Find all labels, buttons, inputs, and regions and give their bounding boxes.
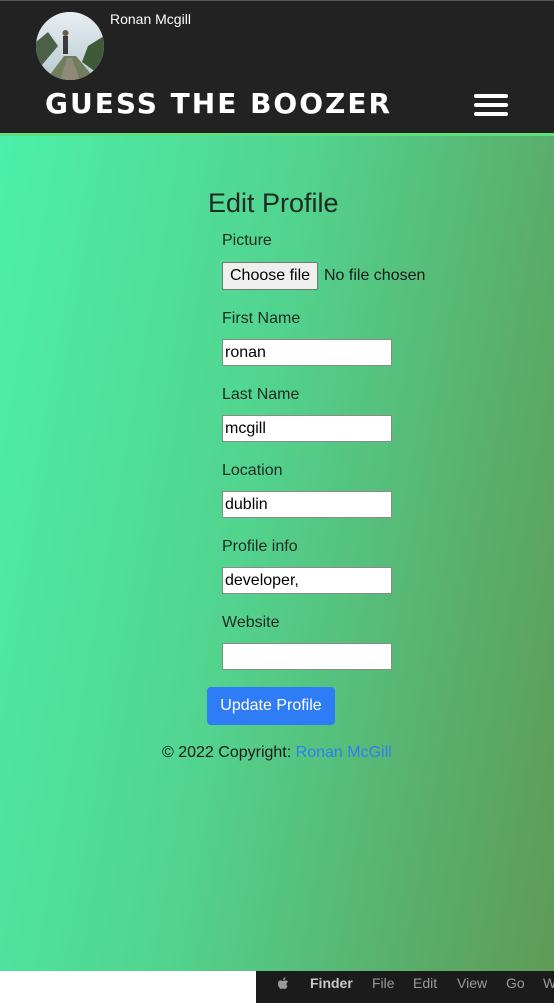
avatar-photo xyxy=(36,12,104,80)
footer-copyright: © 2022 Copyright: Ronan McGill xyxy=(162,744,392,762)
apple-icon[interactable] xyxy=(276,976,290,992)
menubar-edit[interactable]: Edit xyxy=(413,975,437,991)
website-field[interactable] xyxy=(222,643,392,670)
menubar-view[interactable]: View xyxy=(457,975,487,991)
choose-file-button[interactable]: Choose file xyxy=(222,262,319,290)
last-name-field[interactable] xyxy=(222,415,392,442)
menu-bar xyxy=(474,103,508,107)
website-label: Website xyxy=(222,614,280,631)
profile-info-label: Profile info xyxy=(222,538,298,555)
last-name-label: Last Name xyxy=(222,386,300,403)
brand-title[interactable]: GUESS THE BOOZER xyxy=(45,87,392,120)
menu-bar xyxy=(474,112,508,116)
first-name-field[interactable] xyxy=(222,339,392,366)
menu-bar xyxy=(474,94,508,98)
menubar-go[interactable]: Go xyxy=(506,975,525,991)
navbar: Ronan Mcgill GUESS THE BOOZER xyxy=(0,0,554,133)
location-field[interactable] xyxy=(222,491,392,518)
page: Ronan Mcgill GUESS THE BOOZER Edit Profi… xyxy=(0,0,554,1003)
profile-info-field[interactable] xyxy=(222,567,392,594)
mac-menubar: Finder File Edit View Go W xyxy=(256,971,554,1003)
hamburger-menu-icon[interactable] xyxy=(474,94,510,120)
location-label: Location xyxy=(222,462,283,479)
menubar-window[interactable]: W xyxy=(543,975,554,991)
avatar[interactable] xyxy=(36,12,104,80)
first-name-label: First Name xyxy=(222,310,301,327)
menubar-finder[interactable]: Finder xyxy=(310,975,353,991)
picture-label: Picture xyxy=(222,232,272,249)
menubar-file[interactable]: File xyxy=(372,975,395,991)
author-link[interactable]: Ronan McGill xyxy=(296,744,392,761)
file-status-text: No file chosen xyxy=(324,267,426,284)
copyright-text: © 2022 Copyright: xyxy=(162,744,296,761)
username: Ronan Mcgill xyxy=(110,11,191,27)
page-title: Edit Profile xyxy=(208,188,339,218)
edit-profile-section: Edit Profile Picture Choose file No file… xyxy=(0,136,554,971)
update-profile-button[interactable]: Update Profile xyxy=(207,687,335,725)
